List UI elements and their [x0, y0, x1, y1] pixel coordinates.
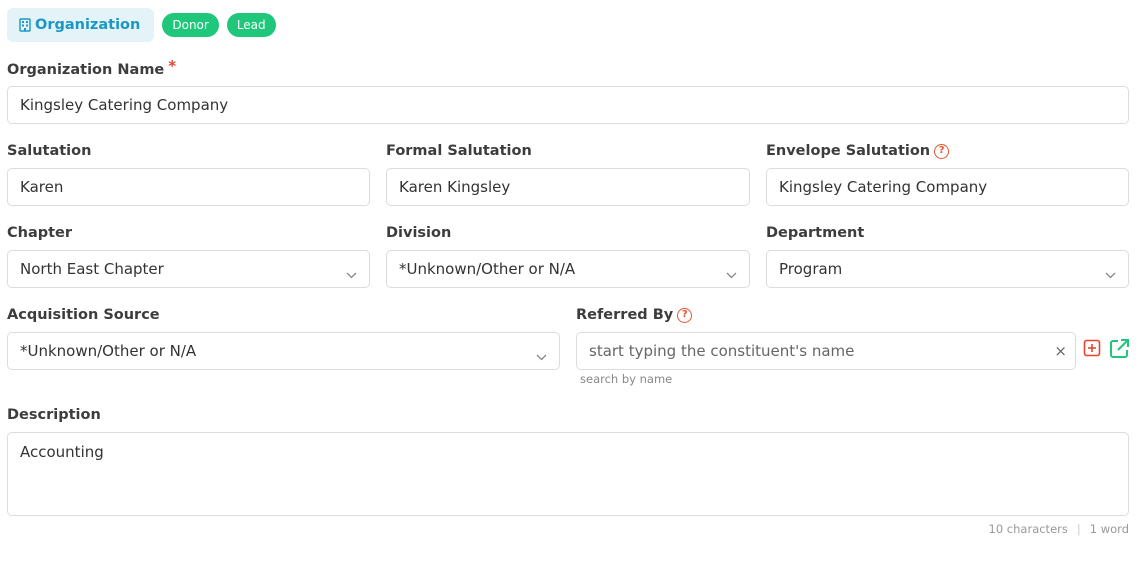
chevron-down-icon	[726, 265, 737, 283]
record-type-label: Organization	[35, 17, 141, 33]
character-count: 10 characters	[988, 522, 1068, 536]
counter-separator: |	[1076, 522, 1081, 536]
department-select[interactable]: Program	[766, 250, 1129, 288]
acquisition-source-select[interactable]: *Unknown/Other or N/A	[7, 332, 560, 370]
referred-by-hint: search by name	[580, 372, 673, 386]
organization-name-input[interactable]: Kingsley Catering Company	[7, 86, 1129, 124]
referred-by-placeholder: start typing the constituent's name	[589, 342, 855, 360]
description-textarea[interactable]: Accounting	[7, 432, 1129, 516]
salutation-value: Karen	[20, 178, 64, 196]
plus-square-icon[interactable]	[1082, 338, 1102, 358]
division-value: *Unknown/Other or N/A	[399, 260, 576, 278]
department-label: Department	[766, 225, 864, 241]
required-mark: *	[168, 57, 177, 75]
salutation-label: Salutation	[7, 143, 91, 159]
acquisition-source-value: *Unknown/Other or N/A	[20, 342, 197, 360]
building-icon	[19, 18, 31, 32]
envelope-salutation-label: Envelope Salutation ?	[766, 143, 950, 159]
question-circle-icon[interactable]: ?	[934, 143, 950, 159]
external-link-icon[interactable]	[1108, 337, 1130, 359]
chapter-value: North East Chapter	[20, 260, 164, 278]
salutation-input[interactable]: Karen	[7, 168, 370, 206]
description-counter: 10 characters | 1 word	[989, 522, 1129, 536]
organization-name-label: Organization Name *	[7, 57, 176, 79]
record-type-pill[interactable]: Organization	[7, 8, 155, 42]
chevron-down-icon	[346, 265, 357, 283]
acquisition-source-label: Acquisition Source	[7, 307, 160, 323]
lead-badge: Lead	[226, 13, 276, 37]
division-select[interactable]: *Unknown/Other or N/A	[386, 250, 750, 288]
organization-name-label-text: Organization Name	[7, 62, 165, 78]
chevron-down-icon	[536, 347, 547, 365]
formal-salutation-input[interactable]: Karen Kingsley	[386, 168, 750, 206]
formal-salutation-label: Formal Salutation	[386, 143, 532, 159]
chapter-select[interactable]: North East Chapter	[7, 250, 370, 288]
description-label-text: Description	[7, 407, 101, 423]
organization-name-value: Kingsley Catering Company	[20, 96, 229, 114]
department-value: Program	[779, 260, 843, 278]
salutation-label-text: Salutation	[7, 143, 92, 159]
division-label-text: Division	[386, 225, 452, 241]
clear-icon[interactable]: ×	[1054, 342, 1067, 360]
department-label-text: Department	[766, 225, 865, 241]
question-circle-icon[interactable]: ?	[677, 307, 693, 323]
description-label: Description	[7, 407, 101, 423]
referred-by-label-text: Referred By	[576, 307, 674, 323]
referred-by-label: Referred By ?	[576, 307, 693, 323]
envelope-salutation-label-text: Envelope Salutation	[766, 143, 931, 159]
record-header: Organization Donor Lead	[7, 8, 276, 42]
envelope-salutation-value: Kingsley Catering Company	[779, 178, 988, 196]
word-count: 1 word	[1089, 522, 1129, 536]
referred-by-search-input[interactable]: start typing the constituent's name ×	[576, 332, 1076, 370]
chapter-label-text: Chapter	[7, 225, 73, 241]
chevron-down-icon	[1105, 265, 1116, 283]
formal-salutation-value: Karen Kingsley	[399, 178, 511, 196]
formal-salutation-label-text: Formal Salutation	[386, 143, 532, 159]
envelope-salutation-input[interactable]: Kingsley Catering Company	[766, 168, 1129, 206]
chapter-label: Chapter	[7, 225, 72, 241]
donor-badge: Donor	[162, 13, 219, 37]
division-label: Division	[386, 225, 451, 241]
description-value: Accounting	[20, 443, 104, 461]
acquisition-source-label-text: Acquisition Source	[7, 307, 160, 323]
